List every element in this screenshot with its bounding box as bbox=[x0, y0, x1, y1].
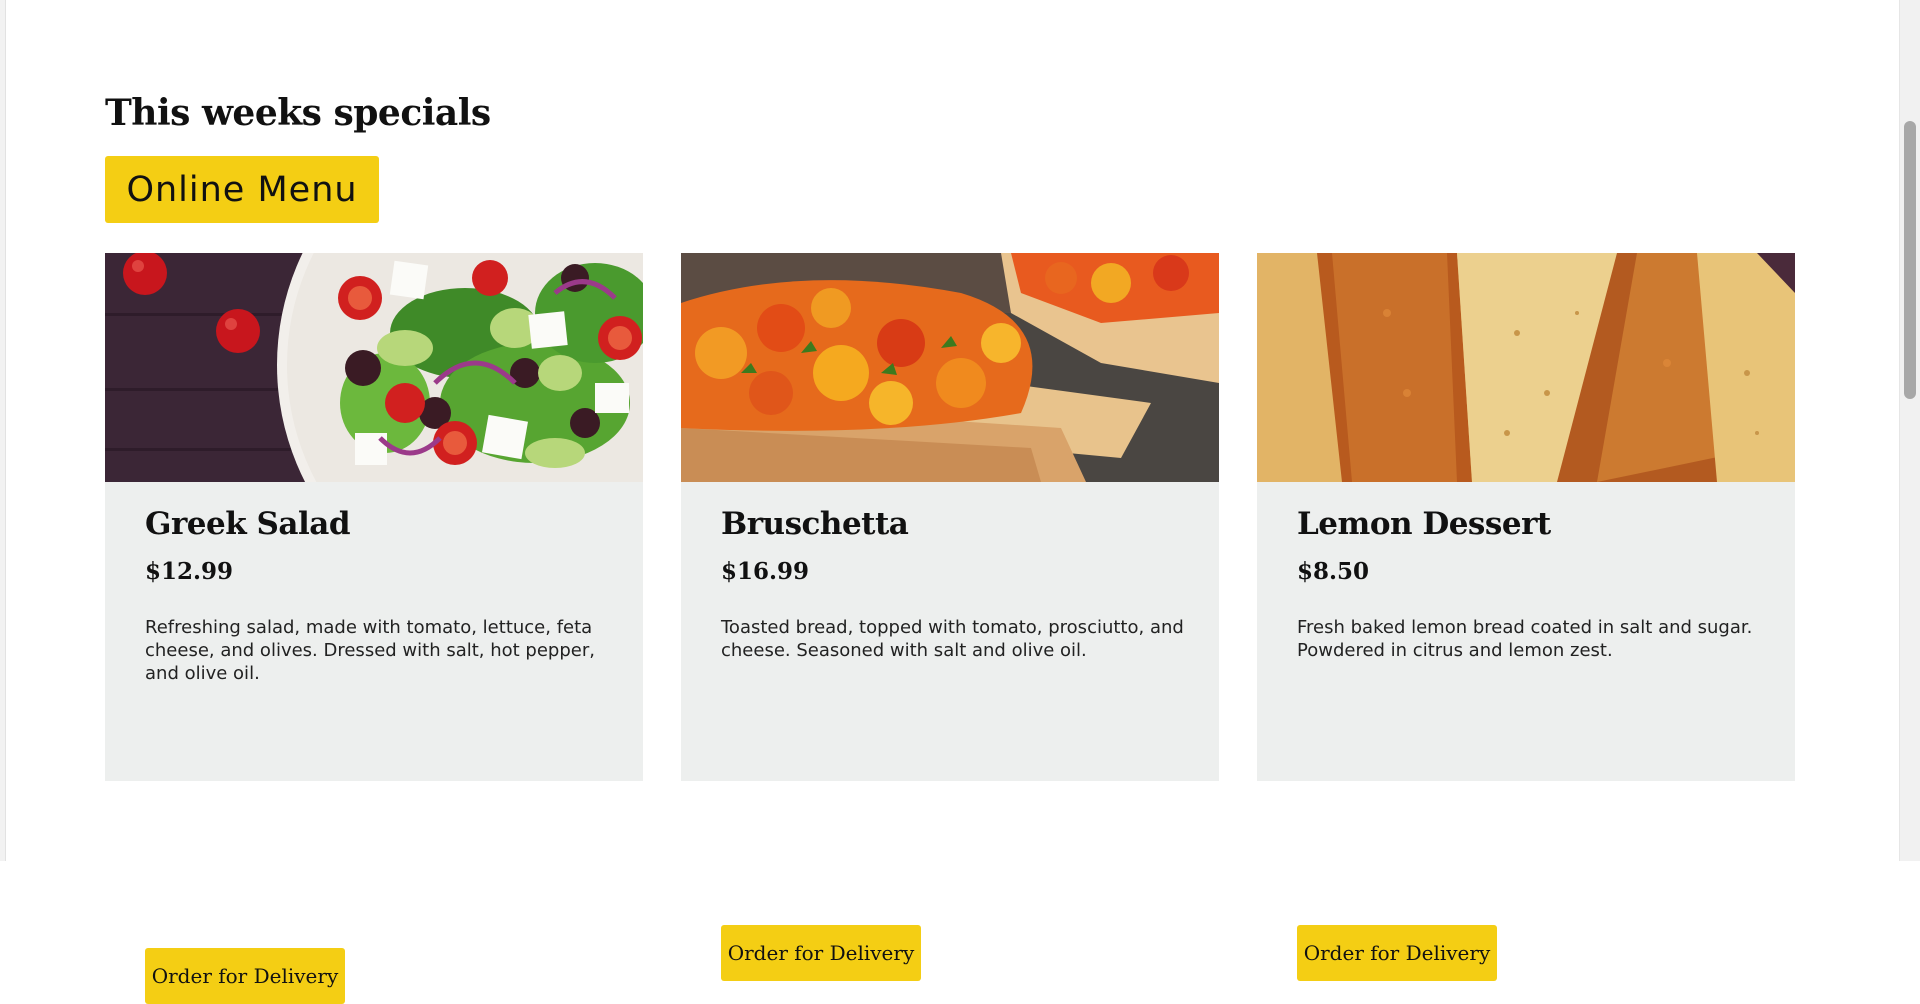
card-description: Fresh baked lemon bread coated in salt a… bbox=[1297, 617, 1753, 661]
order-for-delivery-button[interactable]: Order for Delivery bbox=[1297, 925, 1497, 981]
special-card-greek-salad: Greek Salad $12.99 Refreshing salad, mad… bbox=[105, 253, 643, 1004]
card-title: Bruschetta bbox=[721, 506, 909, 542]
specials-cards: Greek Salad $12.99 Refreshing salad, mad… bbox=[105, 253, 1795, 1004]
online-menu-button[interactable]: Online Menu bbox=[105, 156, 379, 223]
lemon-dessert-image bbox=[1257, 253, 1795, 482]
vertical-scrollbar[interactable] bbox=[1899, 0, 1920, 861]
scrollbar-thumb[interactable] bbox=[1904, 121, 1916, 399]
card-description: Toasted bread, topped with tomato, prosc… bbox=[721, 617, 1184, 661]
section-heading: This weeks specials bbox=[105, 92, 491, 134]
greek-salad-image bbox=[105, 253, 643, 482]
special-card-bruschetta: Bruschetta $16.99 Toasted bread, topped … bbox=[681, 253, 1219, 981]
card-price: $16.99 bbox=[721, 558, 810, 585]
card-title: Greek Salad bbox=[145, 506, 351, 542]
bruschetta-image bbox=[681, 253, 1219, 482]
card-description: Refreshing salad, made with tomato, lett… bbox=[145, 617, 595, 684]
card-price: $8.50 bbox=[1297, 558, 1370, 585]
order-for-delivery-button[interactable]: Order for Delivery bbox=[145, 948, 345, 1004]
special-card-lemon-dessert: Lemon Dessert $8.50 Fresh baked lemon br… bbox=[1257, 253, 1795, 981]
order-for-delivery-button[interactable]: Order for Delivery bbox=[721, 925, 921, 981]
page-left-edge bbox=[0, 0, 6, 861]
card-title: Lemon Dessert bbox=[1297, 506, 1551, 542]
card-price: $12.99 bbox=[145, 558, 234, 585]
